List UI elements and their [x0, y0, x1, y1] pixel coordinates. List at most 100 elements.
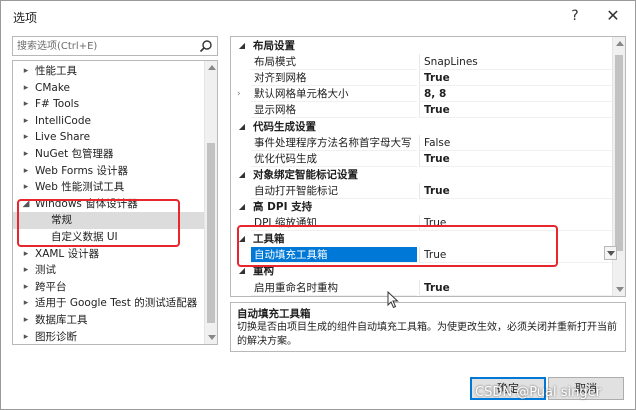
- tree-item[interactable]: ▸ 适用于 Google Test 的测试适配器: [13, 295, 205, 312]
- tree-item[interactable]: ▸ F# Tools: [13, 96, 205, 113]
- scrollbar-thumb[interactable]: [615, 55, 623, 251]
- property-value[interactable]: True: [419, 102, 613, 119]
- grid-property-row[interactable]: 显示网格 True: [231, 102, 613, 119]
- search-icon[interactable]: [199, 39, 213, 53]
- expand-arrow-icon[interactable]: ▸: [21, 179, 31, 196]
- grid-property-row[interactable]: 事件处理程序方法名称首字母大写 False: [231, 134, 613, 151]
- property-name[interactable]: 事件处理程序方法名称首字母大写: [251, 135, 417, 151]
- grid-property-row[interactable]: 优化代码生成 True: [231, 150, 613, 167]
- expand-arrow-icon[interactable]: ▸: [21, 63, 31, 80]
- tree-item[interactable]: ▸ 数据库工具: [13, 312, 205, 329]
- grid-property-row[interactable]: DPI 缩放通知 True: [231, 215, 613, 232]
- search-box[interactable]: [12, 36, 218, 56]
- search-input[interactable]: [13, 37, 195, 55]
- tree-item-label: F# Tools: [35, 98, 80, 111]
- scrollbar-thumb[interactable]: [207, 143, 215, 323]
- expand-arrow-icon[interactable]: ▸: [21, 312, 31, 329]
- scroll-down-icon[interactable]: [208, 335, 216, 340]
- expand-arrow-icon[interactable]: ▸: [21, 96, 31, 113]
- category-label: 对象绑定智能标记设置: [253, 168, 358, 181]
- expand-arrow-icon[interactable]: ▸: [21, 246, 31, 263]
- tree-item[interactable]: ▸ 跨平台: [13, 279, 205, 296]
- close-button[interactable]: ✕: [601, 5, 625, 27]
- grid-property-row[interactable]: › 默认网格单元格大小 8, 8: [231, 86, 613, 103]
- tree-item[interactable]: ▸ Web Forms 设计器: [13, 163, 205, 180]
- expand-arrow-icon[interactable]: ▸: [21, 80, 31, 97]
- tree-item-label: Web 性能测试工具: [35, 181, 125, 194]
- value-dropdown-button[interactable]: [604, 246, 617, 260]
- expand-arrow-icon[interactable]: ▸: [21, 129, 31, 146]
- property-name[interactable]: 对齐到网格: [251, 70, 417, 87]
- property-value[interactable]: True: [419, 150, 613, 167]
- scroll-down-icon[interactable]: [616, 287, 624, 292]
- property-value[interactable]: True: [419, 247, 613, 264]
- property-name[interactable]: 显示网格: [251, 102, 417, 119]
- tree-item-label: 常规: [51, 214, 72, 227]
- tree-item[interactable]: ◢ Windows 窗体设计器: [13, 196, 205, 213]
- tree-item[interactable]: 自定义数据 UI: [13, 229, 205, 246]
- tree-item[interactable]: ▸ CMake: [13, 80, 205, 97]
- property-value[interactable]: True: [419, 182, 613, 199]
- help-button[interactable]: ?: [563, 5, 587, 27]
- property-value[interactable]: False: [419, 134, 613, 151]
- options-tree[interactable]: ▸ 性能工具 ▸ CMake ▸ F# Tools ▸ IntelliCode ▸ Live Sh…: [12, 60, 218, 345]
- property-name[interactable]: 优化代码生成: [251, 151, 417, 167]
- property-value[interactable]: 8, 8: [419, 86, 613, 103]
- grid-category[interactable]: ◢ 对象绑定智能标记设置: [231, 167, 613, 183]
- tree-item[interactable]: ▸ 图形诊断: [13, 329, 205, 344]
- expand-arrow-icon[interactable]: ▸: [21, 146, 31, 163]
- expand-arrow-icon[interactable]: ▸: [21, 279, 31, 296]
- tree-item[interactable]: ▸ NuGet 包管理器: [13, 146, 205, 163]
- grid-property-row[interactable]: 启用重命名时重构 True: [231, 279, 613, 296]
- tree-item[interactable]: ▸ 测试: [13, 262, 205, 279]
- description-title: 自动填充工具箱: [237, 308, 311, 320]
- expand-arrow-icon[interactable]: ▸: [21, 295, 31, 312]
- grid-category[interactable]: ◢ 布局设置: [231, 38, 613, 54]
- property-value[interactable]: True: [419, 215, 613, 232]
- property-name[interactable]: 布局模式: [251, 54, 417, 71]
- grid-property-row[interactable]: 布局模式 SnapLines: [231, 54, 613, 71]
- collapse-arrow-icon[interactable]: ◢: [237, 38, 247, 54]
- scroll-up-icon[interactable]: [208, 65, 216, 70]
- tree-item[interactable]: 常规: [13, 212, 205, 230]
- expand-arrow-icon[interactable]: ›: [237, 86, 241, 102]
- expand-arrow-icon[interactable]: ▸: [21, 113, 31, 130]
- property-name[interactable]: DPI 缩放通知: [251, 215, 417, 232]
- property-name[interactable]: 默认网格单元格大小: [251, 86, 417, 103]
- scroll-up-icon[interactable]: [616, 41, 624, 46]
- grid-category[interactable]: ◢ 重构: [231, 263, 613, 279]
- collapse-arrow-icon[interactable]: ◢: [237, 231, 247, 247]
- tree-item[interactable]: ▸ Live Share: [13, 129, 205, 146]
- grid-property-row[interactable]: 自动填充工具箱 True: [231, 247, 613, 264]
- collapse-arrow-icon[interactable]: ◢: [237, 119, 247, 135]
- property-value[interactable]: SnapLines: [419, 54, 613, 71]
- property-value[interactable]: True: [419, 70, 613, 87]
- tree-item-label: 跨平台: [35, 280, 67, 293]
- tree-item[interactable]: ▸ IntelliCode: [13, 113, 205, 130]
- property-name[interactable]: 自动填充工具箱: [251, 247, 417, 264]
- tree-item-label: IntelliCode: [35, 114, 91, 127]
- collapse-arrow-icon[interactable]: ◢: [237, 263, 247, 279]
- grid-property-row[interactable]: 自动打开智能标记 True: [231, 182, 613, 199]
- expand-arrow-icon[interactable]: ▸: [21, 329, 31, 344]
- grid-category[interactable]: ◢ 高 DPI 支持: [231, 199, 613, 215]
- property-name[interactable]: 自动打开智能标记: [251, 183, 417, 199]
- category-label: 布局设置: [253, 40, 295, 52]
- tree-scrollbar[interactable]: [204, 61, 217, 344]
- property-grid[interactable]: ◢ 布局设置 布局模式 SnapLines 对齐到网格 True › 默认网格单元格大小 8, …: [230, 36, 626, 297]
- grid-category[interactable]: ◢ 工具箱: [231, 231, 613, 247]
- collapse-arrow-icon[interactable]: ◢: [237, 167, 247, 183]
- category-label: 高 DPI 支持: [253, 201, 313, 213]
- tree-item-label: Windows 窗体设计器: [35, 197, 138, 210]
- tree-item[interactable]: ▸ Web 性能测试工具: [13, 179, 205, 196]
- expand-arrow-icon[interactable]: ▸: [21, 262, 31, 279]
- tree-item-label: 图形诊断: [35, 330, 77, 343]
- grid-category[interactable]: ◢ 代码生成设置: [231, 119, 613, 135]
- grid-property-row[interactable]: 对齐到网格 True: [231, 70, 613, 87]
- tree-item[interactable]: ▸ 性能工具: [13, 63, 205, 80]
- collapse-arrow-icon[interactable]: ◢: [237, 199, 247, 215]
- expand-arrow-icon[interactable]: ▸: [21, 163, 31, 180]
- collapse-arrow-icon[interactable]: ◢: [21, 196, 31, 213]
- property-value[interactable]: True: [419, 279, 613, 296]
- tree-item[interactable]: ▸ XAML 设计器: [13, 246, 205, 263]
